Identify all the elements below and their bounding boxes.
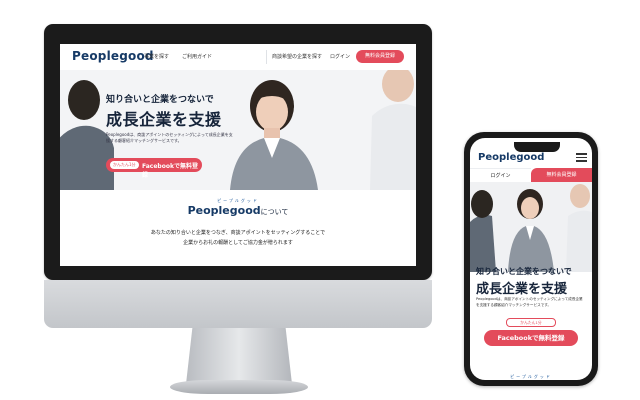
about-title: Peoplegoodについて — [60, 204, 416, 217]
mobile-headline: 成長企業を支援 — [476, 282, 568, 297]
nav-link-find-companies[interactable]: 商談希望の企業を探す — [272, 53, 322, 60]
desktop-navbar: Peoplegood 事業を探す ご利用ガイド 商談希望の企業を探す ログイン … — [60, 44, 416, 71]
mobile-register-button[interactable]: 無料会員登録 — [531, 168, 592, 182]
site-logo[interactable]: Peoplegood — [72, 49, 154, 63]
nav-login-link[interactable]: ログイン — [330, 53, 350, 60]
hero-headline: 成長企業を支援 — [106, 110, 222, 129]
mobile-hero-image — [470, 184, 592, 272]
desktop-screen: Peoplegood 事業を探す ご利用ガイド 商談希望の企業を探す ログイン … — [60, 44, 416, 266]
phone-mockup: Peoplegood ログイン 無料会員登録 知り合いと企業をつないで 成長企業… — [464, 132, 598, 386]
hero-description: Peoplegoodは、商談アポイントのセッティングによって成長企業を支援する顧… — [106, 132, 233, 143]
mobile-cta-badge: かんたん1分 — [506, 318, 556, 327]
about-line-2: 企業からお礼の報酬としてご協力金が贈られます — [183, 240, 293, 246]
monitor-bezel: Peoplegood 事業を探す ご利用ガイド 商談希望の企業を探す ログイン … — [44, 24, 432, 280]
facebook-register-button[interactable]: かんたん1分 Facebookで無料登録 — [106, 158, 202, 179]
mobile-facebook-register-button[interactable]: Facebookで無料登録 — [484, 330, 578, 346]
about-section: ピープルグッド Peoplegoodについて あなたの知り合いと企業をつなぎ、商… — [60, 190, 416, 266]
about-title-suffix: について — [260, 208, 289, 216]
monitor-base — [170, 380, 308, 394]
mobile-logo[interactable]: Peoplegood — [478, 152, 544, 163]
mobile-description: Peoplegoodは、商談アポイントのセッティングによって成長企業を支援する顧… — [476, 297, 583, 307]
desktop-hero: 知り合いと企業をつないで 成長企業を支援 Peoplegoodは、商談アポイント… — [60, 70, 416, 190]
person-right-photo — [370, 70, 416, 190]
nav-link-guide[interactable]: ご利用ガイド — [182, 53, 212, 60]
mobile-kana: ピープルグッド — [510, 374, 552, 379]
monitor-chin — [44, 280, 432, 328]
monitor-stand — [186, 328, 292, 384]
about-title-brand: Peoplegood — [187, 204, 261, 217]
about-description: あなたの知り合いと企業をつなぎ、商談アポイントをセッティングすることで 企業から… — [60, 228, 416, 248]
mobile-hero-photo — [470, 182, 592, 272]
nav-register-button[interactable]: 無料会員登録 — [356, 50, 404, 63]
nav-divider — [266, 50, 267, 64]
nav-link-find-business[interactable]: 事業を探す — [144, 53, 169, 60]
about-line-1: あなたの知り合いと企業をつなぎ、商談アポイントをセッティングすることで — [150, 230, 326, 236]
phone-notch — [514, 142, 560, 152]
cta-badge: かんたん1分 — [110, 161, 139, 169]
phone-screen: Peoplegood ログイン 無料会員登録 知り合いと企業をつないで 成長企業… — [470, 138, 592, 380]
cta-label: Facebookで無料登録 — [142, 163, 198, 179]
hero-catchphrase: 知り合いと企業をつないで — [106, 95, 214, 105]
hamburger-icon[interactable] — [576, 153, 587, 162]
mobile-catchphrase: 知り合いと企業をつないで — [476, 267, 572, 276]
